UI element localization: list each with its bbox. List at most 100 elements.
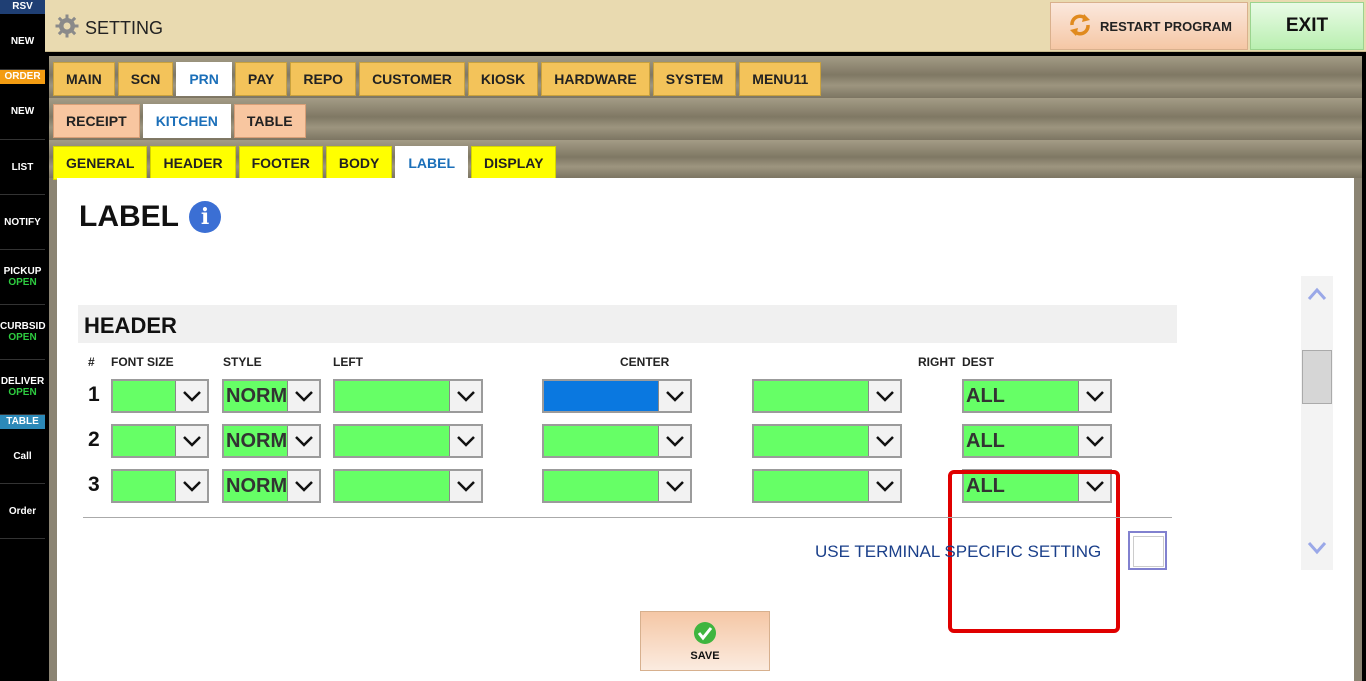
tab-prn[interactable]: PRN: [176, 62, 232, 96]
terminal-setting-label: USE TERMINAL SPECIFIC SETTING: [815, 542, 1102, 561]
font-size-value: [113, 381, 175, 411]
chevron-down-icon[interactable]: [658, 381, 690, 411]
page-title-setting: SETTING: [85, 18, 164, 38]
left-dropdown[interactable]: [333, 424, 483, 458]
sidebar-order-new[interactable]: NEW: [0, 84, 45, 140]
right-dropdown[interactable]: [752, 424, 902, 458]
terminal-setting-checkbox[interactable]: [1128, 531, 1167, 570]
chevron-down-icon[interactable]: [449, 381, 481, 411]
style-dropdown[interactable]: NORMAL: [222, 469, 321, 503]
label-tabs: GENERAL HEADER FOOTER BODY LABEL DISPLAY: [53, 146, 557, 180]
chevron-down-icon[interactable]: [449, 426, 481, 456]
right-dropdown[interactable]: [752, 379, 902, 413]
center-dropdown[interactable]: [542, 424, 692, 458]
scroll-thumb[interactable]: [1302, 350, 1332, 404]
delivery-status: OPEN: [8, 387, 37, 398]
top-bar: SETTING RESTART PROGRAM EXIT: [45, 0, 1366, 52]
chevron-down-icon[interactable]: [449, 471, 481, 501]
chevron-down-icon[interactable]: [1078, 381, 1110, 411]
right-value: [754, 381, 868, 411]
tab-display[interactable]: DISPLAY: [471, 146, 557, 180]
style-dropdown[interactable]: NORMAL: [222, 379, 321, 413]
sidebar-order[interactable]: Order: [0, 484, 45, 539]
vertical-scrollbar[interactable]: [1301, 276, 1333, 570]
gear-icon: [55, 14, 79, 43]
tab-customer[interactable]: CUSTOMER: [359, 62, 465, 96]
font-size-dropdown[interactable]: [111, 469, 209, 503]
curbside-status: OPEN: [8, 332, 37, 343]
right-dropdown[interactable]: [752, 469, 902, 503]
restart-program-button[interactable]: RESTART PROGRAM: [1050, 2, 1248, 50]
tab-pay[interactable]: PAY: [234, 62, 288, 96]
row-number: 2: [88, 428, 100, 451]
content-area: LABEL i HEADER # FONT SIZE STYLE LEFT CE…: [57, 178, 1354, 681]
col-num: #: [88, 355, 95, 369]
sidebar-notify[interactable]: NOTIFY: [0, 195, 45, 250]
chevron-down-icon[interactable]: [658, 426, 690, 456]
tab-body[interactable]: BODY: [325, 146, 393, 180]
col-font-size: FONT SIZE: [111, 355, 174, 369]
checkmark-icon: [693, 621, 717, 648]
center-dropdown[interactable]: [542, 469, 692, 503]
sidebar-list[interactable]: LIST: [0, 140, 45, 195]
style-value: NORMAL: [226, 430, 287, 452]
chevron-down-icon[interactable]: [868, 381, 900, 411]
chevron-down-icon[interactable]: [287, 426, 319, 456]
scroll-down-icon[interactable]: [1307, 540, 1327, 561]
tab-main[interactable]: MAIN: [53, 62, 115, 96]
chevron-down-icon[interactable]: [175, 381, 207, 411]
center-value: [544, 381, 658, 411]
chevron-down-icon[interactable]: [658, 471, 690, 501]
exit-button[interactable]: EXIT: [1250, 2, 1364, 50]
left-value: [335, 381, 449, 411]
tab-table[interactable]: TABLE: [233, 104, 306, 138]
main-panel: MAIN SCN PRN PAY REPO CUSTOMER KIOSK HARDWARE SY…: [49, 56, 1362, 681]
col-center: CENTER: [620, 355, 670, 369]
chevron-down-icon[interactable]: [175, 426, 207, 456]
divider: [83, 517, 1172, 518]
left-value: [335, 426, 449, 456]
tab-footer[interactable]: FOOTER: [238, 146, 323, 180]
refresh-icon: [1066, 11, 1094, 42]
tab-menu11[interactable]: MENU11: [739, 62, 822, 96]
tab-repo[interactable]: REPO: [290, 62, 357, 96]
chevron-down-icon[interactable]: [287, 381, 319, 411]
center-dropdown[interactable]: [542, 379, 692, 413]
tab-kiosk[interactable]: KIOSK: [467, 62, 539, 96]
chevron-down-icon[interactable]: [287, 471, 319, 501]
tab-label[interactable]: LABEL: [395, 146, 469, 180]
tab-general[interactable]: GENERAL: [53, 146, 148, 180]
sidebar-pickup[interactable]: PICKUP OPEN: [0, 250, 45, 305]
left-dropdown[interactable]: [333, 379, 483, 413]
tab-hardware[interactable]: HARDWARE: [541, 62, 650, 96]
chevron-down-icon[interactable]: [175, 471, 207, 501]
chevron-down-icon[interactable]: [868, 471, 900, 501]
font-size-dropdown[interactable]: [111, 424, 209, 458]
tab-receipt[interactable]: RECEIPT: [53, 104, 140, 138]
sidebar-delivery[interactable]: DELIVER OPEN: [0, 360, 45, 415]
tab-header[interactable]: HEADER: [150, 146, 236, 180]
dest-dropdown[interactable]: ALL: [962, 379, 1112, 413]
info-icon[interactable]: i: [189, 201, 221, 233]
sidebar-curbside[interactable]: CURBSID OPEN: [0, 305, 46, 360]
sidebar-call[interactable]: Call: [0, 429, 45, 484]
sidebar-section-table: TABLE: [0, 415, 45, 429]
font-size-dropdown[interactable]: [111, 379, 209, 413]
chevron-down-icon[interactable]: [868, 426, 900, 456]
tab-scn[interactable]: SCN: [117, 62, 174, 96]
scroll-up-icon[interactable]: [1307, 286, 1327, 307]
dest-value: ALL: [966, 430, 1005, 452]
save-button[interactable]: SAVE: [640, 611, 770, 671]
style-dropdown[interactable]: NORMAL: [222, 424, 321, 458]
tab-system[interactable]: SYSTEM: [652, 62, 737, 96]
row-number: 3: [88, 473, 100, 496]
row-number: 1: [88, 383, 100, 406]
left-dropdown[interactable]: [333, 469, 483, 503]
chevron-down-icon[interactable]: [1078, 426, 1110, 456]
sidebar-section-order: ORDER: [0, 70, 45, 84]
sidebar-rsv-new[interactable]: NEW: [0, 14, 45, 70]
dest-dropdown[interactable]: ALL: [962, 424, 1112, 458]
section-title-label: LABEL i: [79, 200, 221, 234]
tab-kitchen[interactable]: KITCHEN: [142, 104, 231, 138]
style-value: NORMAL: [226, 385, 287, 407]
